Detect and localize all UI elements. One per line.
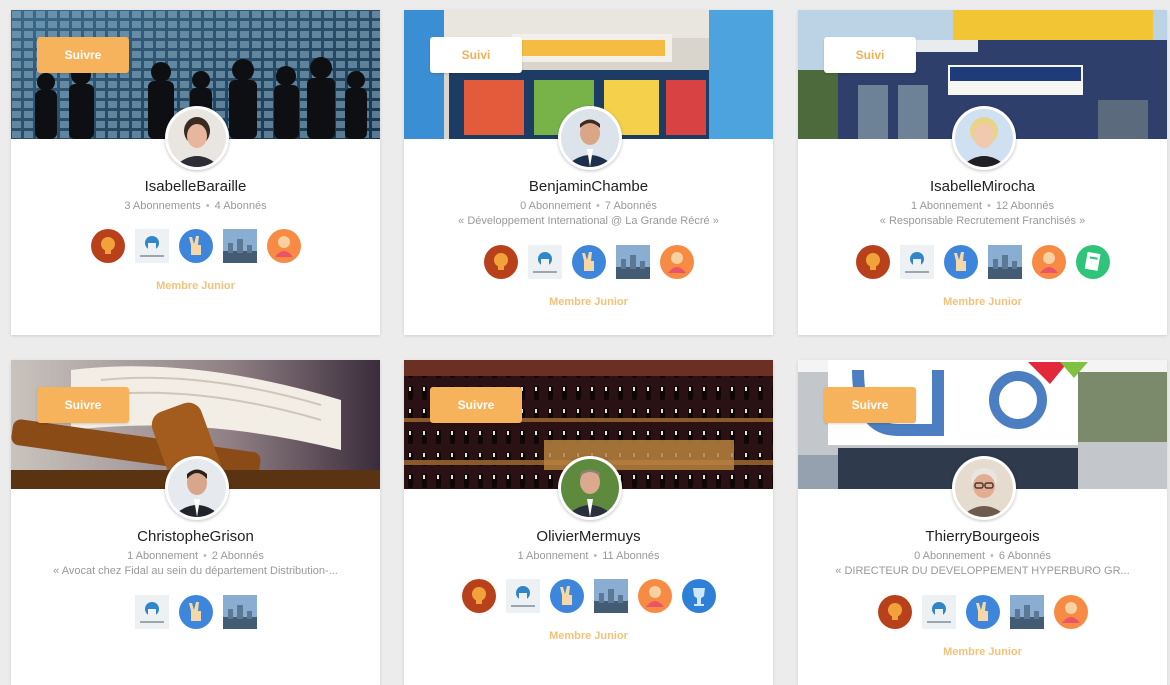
heart-badge-icon xyxy=(921,595,956,629)
followers-count: 7 Abonnés xyxy=(604,200,657,212)
user-bio: « Développement International @ La Grand… xyxy=(458,215,719,227)
profile-card[interactable]: Suivi BenjaminChambe 0 Abonnement • 7 Abon… xyxy=(404,10,773,335)
city-badge-icon xyxy=(593,579,628,613)
follow-button[interactable]: Suivre xyxy=(824,387,916,423)
bulb-badge-icon xyxy=(483,245,518,279)
bulb-badge-icon xyxy=(461,579,496,613)
member-rank: Membre Junior xyxy=(549,630,628,642)
person-badge-icon xyxy=(659,245,694,279)
bulb-badge-icon xyxy=(855,245,890,279)
peace-hand-badge-icon xyxy=(965,595,1000,629)
avatar[interactable] xyxy=(165,106,229,170)
profile-card[interactable]: Suivre IsabelleBaraille 3 Abonnements • 4 … xyxy=(11,10,380,335)
subscriptions-count: 1 Abonnement xyxy=(127,550,199,562)
heart-badge-icon xyxy=(899,245,934,279)
avatar[interactable] xyxy=(558,456,622,520)
trophy-badge-icon xyxy=(681,579,716,613)
separator-dot: • xyxy=(990,550,994,562)
subscriptions-count: 1 Abonnement xyxy=(911,200,982,212)
heart-badge-icon xyxy=(527,245,562,279)
followed-button[interactable]: Suivi xyxy=(824,37,916,73)
avatar[interactable] xyxy=(952,456,1016,520)
user-bio: « Avocat chez Fidal au sein du départeme… xyxy=(53,565,338,577)
peace-hand-badge-icon xyxy=(549,579,584,613)
user-name[interactable]: OlivierMermuys xyxy=(404,528,773,545)
user-stats: 1 Abonnement • 2 Abonnés xyxy=(11,550,380,562)
separator-dot: • xyxy=(986,200,991,212)
avatar[interactable] xyxy=(165,456,229,520)
follow-button[interactable]: Suivre xyxy=(430,387,522,423)
badge-list xyxy=(11,229,380,263)
subscriptions-count: 0 Abonnement xyxy=(914,550,986,562)
person-badge-icon xyxy=(266,229,301,263)
member-rank: Membre Junior xyxy=(943,646,1022,658)
separator-dot: • xyxy=(205,200,210,212)
peace-hand-badge-icon xyxy=(178,595,213,629)
person-badge-icon xyxy=(1031,245,1066,279)
heart-badge-icon xyxy=(134,595,169,629)
bulb-badge-icon xyxy=(877,595,912,629)
peace-hand-badge-icon xyxy=(178,229,213,263)
profile-card[interactable]: Suivre ChristopheGrison 1 Abonnement • 2 A… xyxy=(11,360,380,685)
profile-card[interactable]: Suivi IsabelleMirocha 1 Abonnement • 12 Ab… xyxy=(798,10,1167,335)
subscriptions-count: 1 Abonnement xyxy=(517,550,589,562)
followers-count: 2 Abonnés xyxy=(211,550,264,562)
avatar[interactable] xyxy=(952,106,1016,170)
followers-count: 4 Abonnés xyxy=(214,200,267,212)
followers-count: 12 Abonnés xyxy=(995,200,1054,212)
heart-badge-icon xyxy=(505,579,540,613)
followers-count: 6 Abonnés xyxy=(998,550,1051,562)
separator-dot: • xyxy=(593,550,598,562)
user-name[interactable]: IsabelleBaraille xyxy=(11,178,380,195)
profile-card[interactable]: Suivre ThierryBourgeois 0 Abonnement • 6 A… xyxy=(798,360,1167,685)
badge-list xyxy=(798,595,1167,629)
followed-button[interactable]: Suivi xyxy=(430,37,522,73)
city-badge-icon xyxy=(615,245,650,279)
badge-list xyxy=(11,595,380,629)
user-bio: « Responsable Recrutement Franchisés » xyxy=(879,215,1086,227)
separator-dot: • xyxy=(203,550,207,562)
document-badge-icon xyxy=(1075,245,1110,279)
user-stats: 0 Abonnement • 6 Abonnés xyxy=(798,550,1167,562)
badge-list xyxy=(404,579,773,613)
peace-hand-badge-icon xyxy=(943,245,978,279)
profile-card[interactable]: Suivre OlivierMermuys 1 Abonnement • 11 Ab… xyxy=(404,360,773,685)
person-badge-icon xyxy=(637,579,672,613)
heart-badge-icon xyxy=(134,229,169,263)
member-rank: Membre Junior xyxy=(156,280,235,292)
subscriptions-count: 3 Abonnements xyxy=(124,200,201,212)
avatar[interactable] xyxy=(558,106,622,170)
city-badge-icon xyxy=(987,245,1022,279)
member-rank: Membre Junior xyxy=(549,296,628,308)
member-rank: Membre Junior xyxy=(943,296,1022,308)
follow-button[interactable]: Suivre xyxy=(37,387,129,423)
person-badge-icon xyxy=(1053,595,1088,629)
user-name[interactable]: ChristopheGrison xyxy=(11,528,380,545)
follow-button[interactable]: Suivre xyxy=(37,37,129,73)
user-name[interactable]: BenjaminChambe xyxy=(404,178,773,195)
user-bio: « DIRECTEUR DU DEVELOPPEMENT HYPERBURO G… xyxy=(835,565,1130,577)
user-stats: 0 Abonnement • 7 Abonnés xyxy=(404,200,773,212)
followers-count: 11 Abonnés xyxy=(602,550,660,562)
separator-dot: • xyxy=(596,200,600,212)
user-stats: 3 Abonnements • 4 Abonnés xyxy=(11,200,380,212)
badge-list xyxy=(404,245,773,279)
city-badge-icon xyxy=(1009,595,1044,629)
user-stats: 1 Abonnement • 11 Abonnés xyxy=(404,550,773,562)
peace-hand-badge-icon xyxy=(571,245,606,279)
user-name[interactable]: ThierryBourgeois xyxy=(798,528,1167,545)
badge-list xyxy=(798,245,1167,279)
user-name[interactable]: IsabelleMirocha xyxy=(798,178,1167,195)
city-badge-icon xyxy=(222,595,257,629)
bulb-badge-icon xyxy=(90,229,125,263)
user-stats: 1 Abonnement • 12 Abonnés xyxy=(798,200,1167,212)
city-badge-icon xyxy=(222,229,257,263)
subscriptions-count: 0 Abonnement xyxy=(520,200,592,212)
